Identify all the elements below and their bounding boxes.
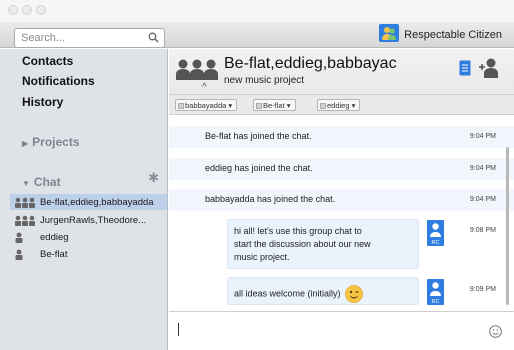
conversation-subtitle: new music project (224, 75, 305, 86)
contacts-group-icon (379, 23, 400, 47)
system-message: Be-flat has joined the chat. 9:04 PM (169, 126, 514, 148)
participant-chip[interactable]: Be-flat ▾ (253, 99, 296, 111)
chat-message-bubble: all ideas welcome (initially) (227, 277, 419, 305)
participant-chip-label: Be-flat (263, 101, 285, 110)
participant-chip-label: eddieg (327, 101, 350, 110)
system-message: babbayadda has joined the chat. 9:04 PM (169, 189, 514, 211)
chat-list-item[interactable]: Be-flat,eddieg,babbayadda (10, 194, 167, 210)
text-cursor (178, 323, 179, 336)
messages-scrollbar[interactable] (506, 147, 509, 305)
group-chat-icon (15, 215, 35, 226)
person-icon (15, 232, 23, 243)
profile-name: Respectable Citizen (404, 29, 502, 41)
zoom-window-button[interactable] (36, 5, 46, 15)
user-avatar[interactable]: RC (427, 220, 444, 246)
chat-section-toggle[interactable]: ▼ Chat (22, 175, 61, 189)
message-line: music project. (234, 252, 290, 262)
message-time: 9:09 PM (469, 286, 496, 293)
message-time: 9:04 PM (469, 196, 496, 203)
document-icon[interactable] (459, 60, 471, 81)
group-chat-icon (15, 197, 35, 208)
expand-caret-icon[interactable]: ^ (202, 82, 207, 93)
message-text: eddieg has joined the chat. (205, 163, 313, 173)
disclosure-right-icon: ▶ (22, 139, 29, 148)
message-time: 9:04 PM (469, 133, 496, 140)
minimize-window-button[interactable] (22, 5, 32, 15)
winking-face-icon (343, 285, 363, 303)
title-bar (0, 0, 514, 22)
conversation-pane: ^ Be-flat,eddieg,babbayac new music proj… (169, 49, 514, 350)
svg-text:RC: RC (432, 240, 440, 246)
chat-section-label: Chat (33, 175, 61, 189)
new-chat-icon[interactable]: ✱ (148, 170, 159, 186)
conversation-header: ^ Be-flat,eddieg,babbayac new music proj… (169, 49, 514, 95)
projects-section-label: Projects (32, 135, 80, 149)
chat-list-item-label: JurgenRawls,Theodore... (40, 214, 147, 226)
message-time: 9:08 PM (469, 227, 496, 234)
add-person-icon[interactable] (478, 58, 500, 83)
sidebar-item-notifications[interactable]: Notifications (22, 74, 95, 88)
chat-list-item-label: Be-flat (40, 248, 68, 260)
sidebar-item-contacts[interactable]: Contacts (22, 54, 73, 68)
app-window: Search... Respectable Citizen Contacts N… (0, 0, 514, 350)
participant-chip-label: babbayadda (185, 101, 227, 110)
group-chat-icon (175, 58, 219, 85)
chat-list-item[interactable]: Be-flat (14, 246, 167, 262)
disclosure-down-icon: ▼ (22, 179, 30, 188)
participant-chip[interactable]: babbayadda ▾ (175, 99, 238, 111)
search-placeholder: Search... (21, 32, 66, 44)
message-input[interactable] (169, 311, 514, 350)
system-message: eddieg has joined the chat. 9:04 PM (169, 158, 514, 180)
chat-list-item[interactable]: JurgenRawls,Theodore... (14, 212, 167, 228)
participant-chip[interactable]: eddieg ▾ (317, 99, 361, 111)
message-line-text: all ideas welcome (initially) (234, 288, 341, 299)
message-line: start the discussion about our new (234, 239, 371, 249)
projects-section-toggle[interactable]: ▶ Projects (22, 135, 80, 149)
sidebar-item-history[interactable]: History (22, 95, 63, 109)
participants-bar: babbayadda ▾ Be-flat ▾ eddieg ▾ (169, 95, 514, 115)
conversation-title: Be-flat,eddieg,babbayac (224, 55, 397, 72)
message-time: 9:04 PM (469, 165, 496, 172)
chat-message-bubble: hi all! let's use this group chat to sta… (227, 219, 419, 269)
emoji-picker-icon[interactable] (489, 325, 502, 343)
chat-list-item[interactable]: eddieg (14, 229, 167, 245)
toolbar: Search... Respectable Citizen (0, 22, 514, 48)
chat-list-item-label: eddieg (40, 231, 69, 243)
person-icon (15, 249, 23, 260)
search-input[interactable]: Search... (14, 28, 165, 48)
message-text: Be-flat has joined the chat. (205, 131, 312, 141)
user-avatar[interactable]: RC (427, 279, 444, 305)
close-window-button[interactable] (8, 5, 18, 15)
search-icon[interactable] (148, 32, 159, 46)
profile-menu[interactable]: Respectable Citizen (379, 23, 502, 47)
svg-text:RC: RC (432, 299, 440, 305)
message-line: all ideas welcome (initially) (234, 285, 363, 303)
message-line: hi all! let's use this group chat to (234, 226, 362, 236)
sidebar: Contacts Notifications History ▶ Projects… (0, 49, 168, 350)
message-text: babbayadda has joined the chat. (205, 194, 336, 204)
chat-list-item-label: Be-flat,eddieg,babbayadda (40, 196, 154, 208)
